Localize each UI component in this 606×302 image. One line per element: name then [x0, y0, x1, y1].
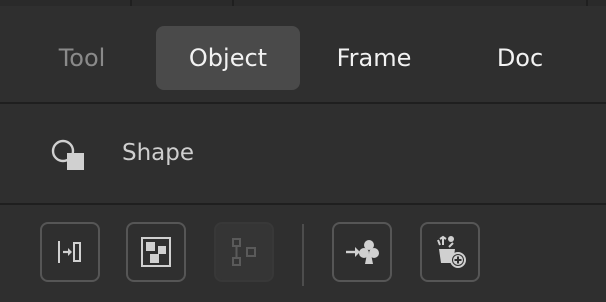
object-toolbar: [0, 205, 606, 302]
shape-icon: [51, 139, 84, 170]
add-to-symbol-icon: [346, 240, 379, 264]
arrange-grid-icon: [141, 237, 171, 267]
toolbar-separator: [302, 224, 304, 286]
tab-object[interactable]: Object: [156, 26, 300, 90]
tab-doc[interactable]: Doc: [452, 26, 588, 90]
align-to-edge-button[interactable]: [40, 222, 100, 282]
add-component-button[interactable]: [420, 222, 480, 282]
tab-tool[interactable]: Tool: [14, 26, 150, 90]
distribute-icon: [232, 238, 256, 266]
section-label: Shape: [122, 140, 195, 166]
add-component-icon: [437, 235, 466, 268]
shape-section-header[interactable]: Shape: [0, 104, 606, 203]
add-to-symbol-button[interactable]: [332, 222, 392, 282]
arrange-grid-button[interactable]: [126, 222, 186, 282]
mode-tabs: Tool Object Frame Doc: [0, 6, 606, 102]
align-to-edge-icon: [58, 241, 81, 263]
tab-frame[interactable]: Frame: [304, 26, 444, 90]
distribute-button[interactable]: [214, 222, 274, 282]
